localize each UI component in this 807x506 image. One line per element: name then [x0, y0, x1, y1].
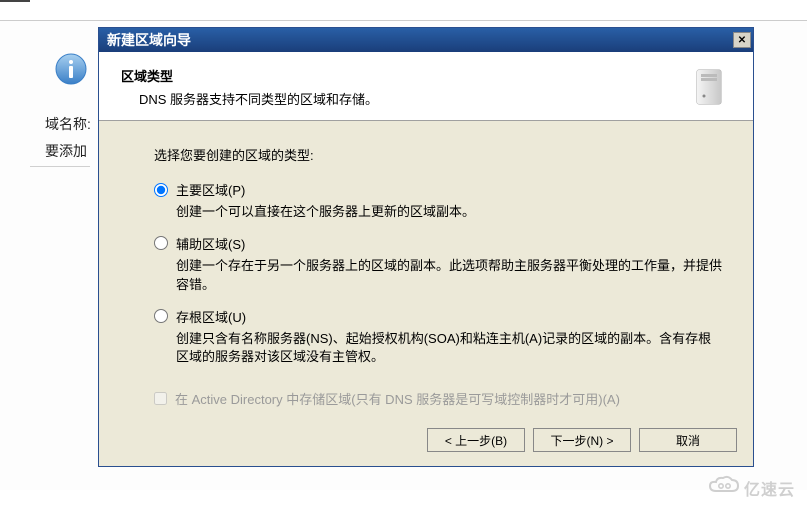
button-row: < 上一步(B) 下一步(N) > 取消 [427, 428, 737, 452]
radio-primary-label: 主要区域(P) [176, 180, 245, 199]
radio-primary-desc: 创建一个可以直接在这个服务器上更新的区域副本。 [176, 203, 723, 222]
radio-stub[interactable] [154, 309, 168, 323]
radio-stub-desc: 创建只含有名称服务器(NS)、起始授权机构(SOA)和粘连主机(A)记录的区域的… [176, 330, 723, 368]
dialog-title: 新建区域向导 [107, 30, 191, 50]
radio-stub-label: 存根区域(U) [176, 307, 246, 326]
watermark-text: 亿速云 [744, 476, 795, 500]
header-title: 区域类型 [121, 66, 691, 85]
close-button[interactable]: ✕ [733, 32, 751, 48]
checkbox-ad-storage [154, 392, 167, 405]
checkbox-ad-label: 在 Active Directory 中存储区域(只有 DNS 服务器是可写域控… [175, 389, 620, 408]
title-bar: 新建区域向导 ✕ [99, 28, 753, 52]
prompt-text: 选择您要创建的区域的类型: [154, 145, 723, 164]
bg-divider [30, 166, 90, 167]
radio-secondary[interactable] [154, 236, 168, 250]
watermark: 亿速云 [708, 475, 795, 500]
bg-label-domain: 域名称: [45, 114, 91, 134]
bg-label-add: 要添加 [45, 141, 87, 161]
option-secondary: 辅助区域(S) 创建一个存在于另一个服务器上的区域的副本。此选项帮助主服务器平衡… [154, 234, 723, 295]
cancel-button[interactable]: 取消 [639, 428, 737, 452]
server-tower-icon [691, 66, 731, 108]
ad-storage-option: 在 Active Directory 中存储区域(只有 DNS 服务器是可写域控… [154, 389, 723, 408]
header-subtitle: DNS 服务器支持不同类型的区域和存储。 [139, 89, 691, 108]
wizard-dialog: 新建区域向导 ✕ 区域类型 DNS 服务器支持不同类型的区域和存储。 [98, 27, 754, 467]
cloud-icon [708, 475, 740, 500]
radio-secondary-label: 辅助区域(S) [176, 234, 245, 253]
radio-primary[interactable] [154, 183, 168, 197]
bg-header-stub [0, 0, 30, 2]
next-button[interactable]: 下一步(N) > [533, 428, 631, 452]
dialog-header: 区域类型 DNS 服务器支持不同类型的区域和存储。 [99, 52, 753, 121]
dialog-content: 选择您要创建的区域的类型: 主要区域(P) 创建一个可以直接在这个服务器上更新的… [99, 121, 753, 418]
info-icon [55, 53, 87, 85]
option-primary: 主要区域(P) 创建一个可以直接在这个服务器上更新的区域副本。 [154, 180, 723, 222]
back-button[interactable]: < 上一步(B) [427, 428, 525, 452]
option-stub: 存根区域(U) 创建只含有名称服务器(NS)、起始授权机构(SOA)和粘连主机(… [154, 307, 723, 368]
radio-secondary-desc: 创建一个存在于另一个服务器上的区域的副本。此选项帮助主服务器平衡处理的工作量，并… [176, 257, 723, 295]
